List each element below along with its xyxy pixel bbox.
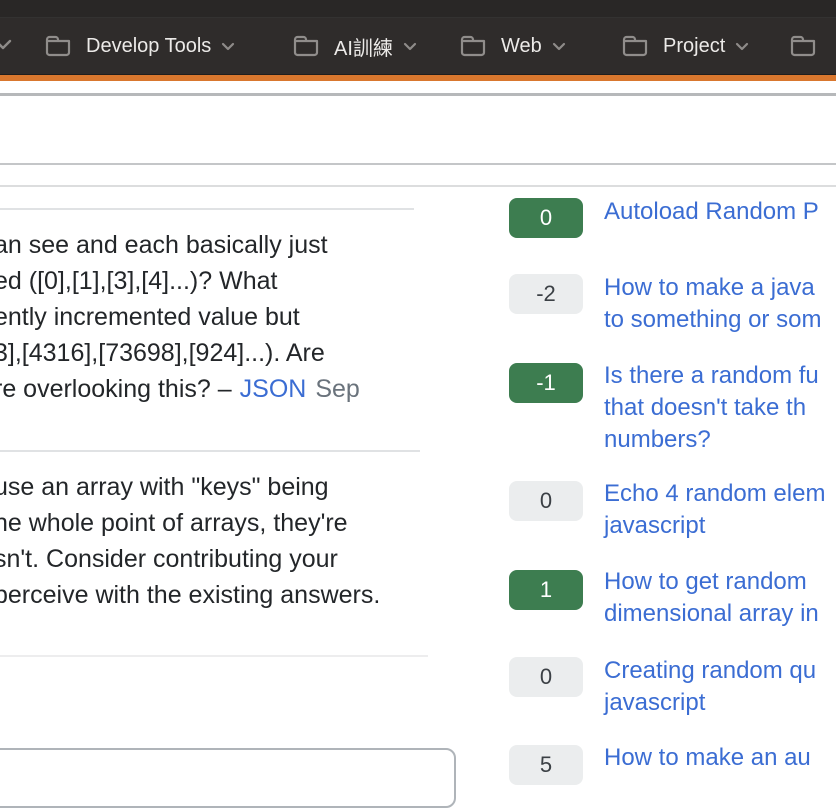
bookmark-folder-label: AI訓練 <box>334 32 393 61</box>
folder-icon <box>621 34 649 58</box>
chevron-down-icon <box>0 38 12 50</box>
comment-text: an see and each basically just ed ([0],[… <box>0 227 360 407</box>
folder-icon <box>44 34 72 58</box>
vote-score-badge: -2 <box>509 274 583 314</box>
add-comment-textarea[interactable] <box>0 748 456 808</box>
chevron-down-icon <box>221 42 235 51</box>
vote-score-badge: -1 <box>509 363 583 403</box>
content-sub-border <box>0 185 836 187</box>
related-question-link[interactable]: Is there a random fu that doesn't take t… <box>604 360 819 456</box>
comment-divider <box>0 655 428 657</box>
bookmark-folder-label: Web <box>501 35 542 58</box>
comment-date: Sep <box>315 375 359 403</box>
chevron-down-icon <box>403 42 417 51</box>
bookmark-folder-develop-tools[interactable]: Develop Tools <box>44 18 235 74</box>
bookmark-folder-label: Develop Tools <box>86 35 211 58</box>
bookmark-folder-project[interactable]: Project <box>621 18 749 74</box>
chevron-down-icon <box>552 42 566 51</box>
vote-score-badge: 0 <box>509 481 583 521</box>
bookmark-folder-partial[interactable] <box>789 18 817 74</box>
related-question-link[interactable]: Autoload Random P <box>604 196 819 228</box>
folder-icon <box>789 34 817 58</box>
related-question-link[interactable]: How to make a java to something or som <box>604 272 821 336</box>
bookmark-folder-label: Project <box>663 35 725 58</box>
toolbar-bottom-border <box>0 93 836 96</box>
vote-score-badge: 0 <box>509 198 583 238</box>
page-accent-bar <box>0 74 836 81</box>
chevron-down-icon <box>735 42 749 51</box>
folder-icon <box>459 34 487 58</box>
comment-divider <box>0 208 414 210</box>
folder-icon <box>292 34 320 58</box>
bookmark-folder-ai-training[interactable]: AI訓練 <box>292 18 417 74</box>
related-question-link[interactable]: How to get random dimensional array in <box>604 566 819 630</box>
vote-score-badge: 5 <box>509 745 583 785</box>
comment-text: use an array with "keys" being he whole … <box>0 469 380 613</box>
titlebar-strip <box>0 0 836 18</box>
content-top-border <box>0 163 836 165</box>
vote-score-badge: 1 <box>509 570 583 610</box>
related-question-link[interactable]: How to make an au <box>604 742 811 774</box>
vote-score-badge: 0 <box>509 657 583 697</box>
bookmarks-bar: Develop Tools AI訓練 Web Project <box>0 0 836 74</box>
related-question-link[interactable]: Creating random qu javascript <box>604 655 816 719</box>
comment-author-link[interactable]: JSON <box>240 375 307 403</box>
bookmark-folder-web[interactable]: Web <box>459 18 566 74</box>
comment-divider <box>0 450 420 452</box>
related-question-link[interactable]: Echo 4 random elem javascript <box>604 478 825 542</box>
